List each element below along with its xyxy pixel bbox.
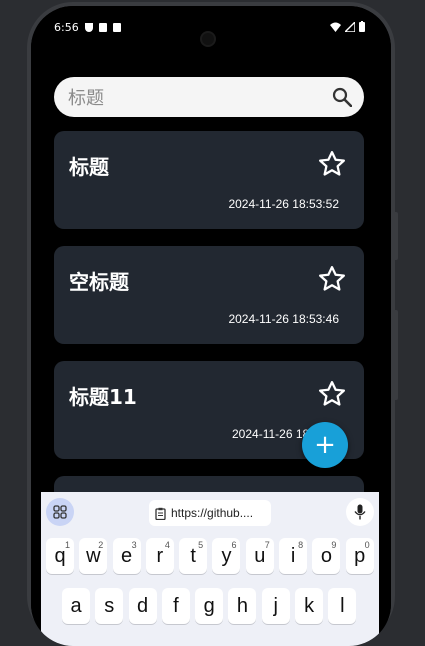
notification-a-icon: [112, 23, 121, 32]
note-date: 2024-11-26 18:53:46: [228, 312, 339, 326]
clipboard-suggestion[interactable]: https://github....: [149, 500, 271, 526]
key-a[interactable]: a: [62, 588, 90, 624]
key-y[interactable]: y6: [212, 538, 241, 574]
key-t[interactable]: t5: [179, 538, 208, 574]
key-row-2: a s d f g h j k l: [62, 588, 357, 624]
key-f[interactable]: f: [161, 588, 190, 624]
volume-button: [393, 310, 398, 400]
search-input[interactable]: [66, 77, 320, 119]
key-u[interactable]: u7: [245, 538, 274, 574]
search-bar[interactable]: [54, 77, 364, 119]
key-e[interactable]: e3: [112, 538, 141, 574]
note-title: 标题11: [69, 385, 137, 409]
key-l[interactable]: l: [328, 588, 357, 624]
power-button: [393, 212, 398, 260]
mic-icon: [354, 504, 366, 520]
note-title: 标题: [69, 155, 109, 179]
star-icon[interactable]: [317, 149, 347, 179]
battery-icon: [359, 21, 365, 32]
key-g[interactable]: g: [195, 588, 224, 624]
key-o[interactable]: o9: [312, 538, 341, 574]
app-screen: 6:56 标题 2024-11-26 18:5: [31, 6, 391, 646]
phone-screen: 6:56 标题 2024-11-26 18:5: [31, 6, 391, 646]
search-icon[interactable]: [332, 87, 352, 107]
shield-icon: [84, 23, 93, 32]
key-r[interactable]: r4: [145, 538, 174, 574]
star-icon[interactable]: [317, 379, 347, 409]
key-i[interactable]: i8: [279, 538, 308, 574]
status-time: 6:56: [54, 21, 79, 34]
key-j[interactable]: j: [261, 588, 290, 624]
wifi-icon: [330, 22, 341, 32]
key-p[interactable]: p0: [345, 538, 374, 574]
note-date: 2024-11-26 18:: [232, 427, 313, 441]
key-k[interactable]: k: [295, 588, 324, 624]
front-camera: [202, 33, 214, 45]
grid-icon: [53, 505, 67, 519]
note-card[interactable]: 空标题 2024-11-26 18:53:46: [54, 246, 364, 344]
key-d[interactable]: d: [128, 588, 157, 624]
key-s[interactable]: s: [95, 588, 124, 624]
clipboard-icon: [155, 507, 166, 520]
note-title: 空标题: [69, 270, 129, 294]
note-date: 2024-11-26 18:53:52: [228, 197, 339, 211]
key-h[interactable]: h: [228, 588, 257, 624]
note-card[interactable]: 标题 2024-11-26 18:53:52: [54, 131, 364, 229]
add-note-button[interactable]: +: [302, 422, 348, 468]
star-icon[interactable]: [317, 264, 347, 294]
key-row-1: q1 w2 e3 r4 t5 y6 u7 i8 o9 p0: [46, 538, 374, 574]
soft-keyboard: https://github.... q1 w2 e3 r4 t5 y6 u7: [41, 492, 379, 646]
sim-icon: [98, 23, 107, 32]
keyboard-toolbar: https://github....: [41, 492, 379, 532]
microphone-icon[interactable]: [346, 498, 374, 526]
apps-grid-icon[interactable]: [46, 498, 74, 526]
signal-icon: [345, 21, 355, 32]
key-w[interactable]: w2: [79, 538, 108, 574]
key-q[interactable]: q1: [46, 538, 74, 574]
clipboard-text: https://github....: [171, 506, 254, 520]
